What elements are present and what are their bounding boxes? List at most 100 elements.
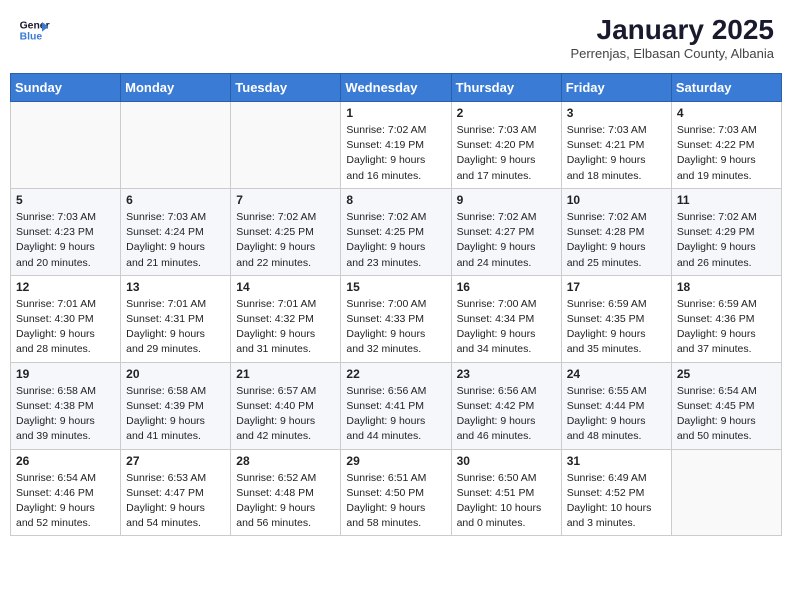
day-info: Sunrise: 6:51 AMSunset: 4:50 PMDaylight:…: [346, 471, 445, 532]
calendar-cell: 5 Sunrise: 7:03 AMSunset: 4:23 PMDaylight…: [11, 188, 121, 275]
day-number: 3: [567, 106, 666, 120]
day-info: Sunrise: 6:55 AMSunset: 4:44 PMDaylight:…: [567, 384, 666, 445]
calendar-cell: 30 Sunrise: 6:50 AMSunset: 4:51 PMDayligh…: [451, 449, 561, 536]
calendar-cell: 17Sunrise: 6:59 AMSunset: 4:35 PMDayligh…: [561, 275, 671, 362]
calendar-cell: 10 Sunrise: 7:02 AMSunset: 4:28 PMDayligh…: [561, 188, 671, 275]
day-number: 5: [16, 193, 115, 207]
day-info: Sunrise: 6:59 AMSunset: 4:35 PMDaylight:…: [567, 297, 666, 358]
day-number: 26: [16, 454, 115, 468]
day-info: Sunrise: 7:02 AMSunset: 4:29 PMDaylight:…: [677, 210, 776, 271]
calendar-cell: 15 Sunrise: 7:00 AMSunset: 4:33 PMDayligh…: [341, 275, 451, 362]
day-number: 31: [567, 454, 666, 468]
day-number: 20: [126, 367, 225, 381]
svg-text:Blue: Blue: [20, 32, 43, 43]
day-info: Sunrise: 6:56 AMSunset: 4:41 PMDaylight:…: [346, 384, 445, 445]
weekday-header-saturday: Saturday: [671, 74, 781, 102]
page-header: General Blue January 2025 Perrenjas, Elb…: [10, 10, 782, 65]
day-number: 8: [346, 193, 445, 207]
calendar-cell: 24 Sunrise: 6:55 AMSunset: 4:44 PMDayligh…: [561, 362, 671, 449]
day-info: Sunrise: 7:03 AMSunset: 4:22 PMDaylight:…: [677, 123, 776, 184]
calendar-cell: 2Sunrise: 7:03 AMSunset: 4:20 PMDaylight…: [451, 102, 561, 189]
day-info: Sunrise: 7:01 AMSunset: 4:31 PMDaylight:…: [126, 297, 225, 358]
day-number: 18: [677, 280, 776, 294]
day-info: Sunrise: 7:02 AMSunset: 4:25 PMDaylight:…: [346, 210, 445, 271]
day-info: Sunrise: 6:58 AMSunset: 4:39 PMDaylight:…: [126, 384, 225, 445]
weekday-header-row: SundayMondayTuesdayWednesdayThursdayFrid…: [11, 74, 782, 102]
day-info: Sunrise: 6:57 AMSunset: 4:40 PMDaylight:…: [236, 384, 335, 445]
logo: General Blue: [18, 14, 50, 46]
calendar-cell: 13 Sunrise: 7:01 AMSunset: 4:31 PMDayligh…: [121, 275, 231, 362]
calendar-week-1: 1 Sunrise: 7:02 AMSunset: 4:19 PMDaylight…: [11, 102, 782, 189]
title-block: January 2025 Perrenjas, Elbasan County, …: [570, 14, 774, 61]
day-info: Sunrise: 7:00 AMSunset: 4:34 PMDaylight:…: [457, 297, 556, 358]
weekday-header-thursday: Thursday: [451, 74, 561, 102]
calendar-cell: 26 Sunrise: 6:54 AMSunset: 4:46 PMDayligh…: [11, 449, 121, 536]
day-info: Sunrise: 7:02 AMSunset: 4:19 PMDaylight:…: [346, 123, 445, 184]
day-info: Sunrise: 6:53 AMSunset: 4:47 PMDaylight:…: [126, 471, 225, 532]
month-title: January 2025: [570, 14, 774, 46]
day-number: 1: [346, 106, 445, 120]
calendar-cell: 6Sunrise: 7:03 AMSunset: 4:24 PMDaylight…: [121, 188, 231, 275]
day-info: Sunrise: 7:03 AMSunset: 4:20 PMDaylight:…: [457, 123, 556, 184]
calendar-cell: 31 Sunrise: 6:49 AMSunset: 4:52 PMDayligh…: [561, 449, 671, 536]
calendar-week-5: 26 Sunrise: 6:54 AMSunset: 4:46 PMDayligh…: [11, 449, 782, 536]
day-number: 27: [126, 454, 225, 468]
day-info: Sunrise: 6:59 AMSunset: 4:36 PMDaylight:…: [677, 297, 776, 358]
day-info: Sunrise: 6:54 AMSunset: 4:46 PMDaylight:…: [16, 471, 115, 532]
day-info: Sunrise: 7:02 AMSunset: 4:25 PMDaylight:…: [236, 210, 335, 271]
calendar-cell: [11, 102, 121, 189]
calendar-cell: 25Sunrise: 6:54 AMSunset: 4:45 PMDayligh…: [671, 362, 781, 449]
day-number: 25: [677, 367, 776, 381]
calendar-cell: 11 Sunrise: 7:02 AMSunset: 4:29 PMDayligh…: [671, 188, 781, 275]
day-number: 30: [457, 454, 556, 468]
calendar-week-3: 12 Sunrise: 7:01 AMSunset: 4:30 PMDayligh…: [11, 275, 782, 362]
day-number: 14: [236, 280, 335, 294]
weekday-header-sunday: Sunday: [11, 74, 121, 102]
day-number: 24: [567, 367, 666, 381]
day-info: Sunrise: 7:03 AMSunset: 4:21 PMDaylight:…: [567, 123, 666, 184]
day-info: Sunrise: 7:00 AMSunset: 4:33 PMDaylight:…: [346, 297, 445, 358]
day-info: Sunrise: 7:01 AMSunset: 4:32 PMDaylight:…: [236, 297, 335, 358]
day-number: 29: [346, 454, 445, 468]
day-number: 10: [567, 193, 666, 207]
calendar-cell: 12 Sunrise: 7:01 AMSunset: 4:30 PMDayligh…: [11, 275, 121, 362]
day-info: Sunrise: 7:02 AMSunset: 4:28 PMDaylight:…: [567, 210, 666, 271]
day-info: Sunrise: 7:01 AMSunset: 4:30 PMDaylight:…: [16, 297, 115, 358]
calendar-table: SundayMondayTuesdayWednesdayThursdayFrid…: [10, 73, 782, 536]
day-number: 19: [16, 367, 115, 381]
day-number: 11: [677, 193, 776, 207]
calendar-cell: 9Sunrise: 7:02 AMSunset: 4:27 PMDaylight…: [451, 188, 561, 275]
calendar-cell: 3 Sunrise: 7:03 AMSunset: 4:21 PMDaylight…: [561, 102, 671, 189]
calendar-cell: 8 Sunrise: 7:02 AMSunset: 4:25 PMDaylight…: [341, 188, 451, 275]
day-info: Sunrise: 6:58 AMSunset: 4:38 PMDaylight:…: [16, 384, 115, 445]
day-info: Sunrise: 6:52 AMSunset: 4:48 PMDaylight:…: [236, 471, 335, 532]
weekday-header-monday: Monday: [121, 74, 231, 102]
day-info: Sunrise: 6:49 AMSunset: 4:52 PMDaylight:…: [567, 471, 666, 532]
day-info: Sunrise: 6:50 AMSunset: 4:51 PMDaylight:…: [457, 471, 556, 532]
calendar-cell: [231, 102, 341, 189]
day-number: 22: [346, 367, 445, 381]
day-number: 15: [346, 280, 445, 294]
day-number: 4: [677, 106, 776, 120]
calendar-cell: 23Sunrise: 6:56 AMSunset: 4:42 PMDayligh…: [451, 362, 561, 449]
day-number: 9: [457, 193, 556, 207]
location-subtitle: Perrenjas, Elbasan County, Albania: [570, 46, 774, 61]
logo-icon: General Blue: [18, 14, 50, 46]
calendar-cell: 28Sunrise: 6:52 AMSunset: 4:48 PMDayligh…: [231, 449, 341, 536]
weekday-header-friday: Friday: [561, 74, 671, 102]
calendar-cell: 20 Sunrise: 6:58 AMSunset: 4:39 PMDayligh…: [121, 362, 231, 449]
day-number: 16: [457, 280, 556, 294]
calendar-cell: 14 Sunrise: 7:01 AMSunset: 4:32 PMDayligh…: [231, 275, 341, 362]
calendar-week-4: 19 Sunrise: 6:58 AMSunset: 4:38 PMDayligh…: [11, 362, 782, 449]
calendar-cell: 7Sunrise: 7:02 AMSunset: 4:25 PMDaylight…: [231, 188, 341, 275]
calendar-cell: 19 Sunrise: 6:58 AMSunset: 4:38 PMDayligh…: [11, 362, 121, 449]
day-number: 13: [126, 280, 225, 294]
calendar-cell: 22 Sunrise: 6:56 AMSunset: 4:41 PMDayligh…: [341, 362, 451, 449]
day-info: Sunrise: 7:03 AMSunset: 4:23 PMDaylight:…: [16, 210, 115, 271]
day-number: 12: [16, 280, 115, 294]
calendar-week-2: 5 Sunrise: 7:03 AMSunset: 4:23 PMDaylight…: [11, 188, 782, 275]
calendar-cell: 27 Sunrise: 6:53 AMSunset: 4:47 PMDayligh…: [121, 449, 231, 536]
calendar-cell: 4 Sunrise: 7:03 AMSunset: 4:22 PMDaylight…: [671, 102, 781, 189]
day-number: 6: [126, 193, 225, 207]
calendar-cell: [121, 102, 231, 189]
